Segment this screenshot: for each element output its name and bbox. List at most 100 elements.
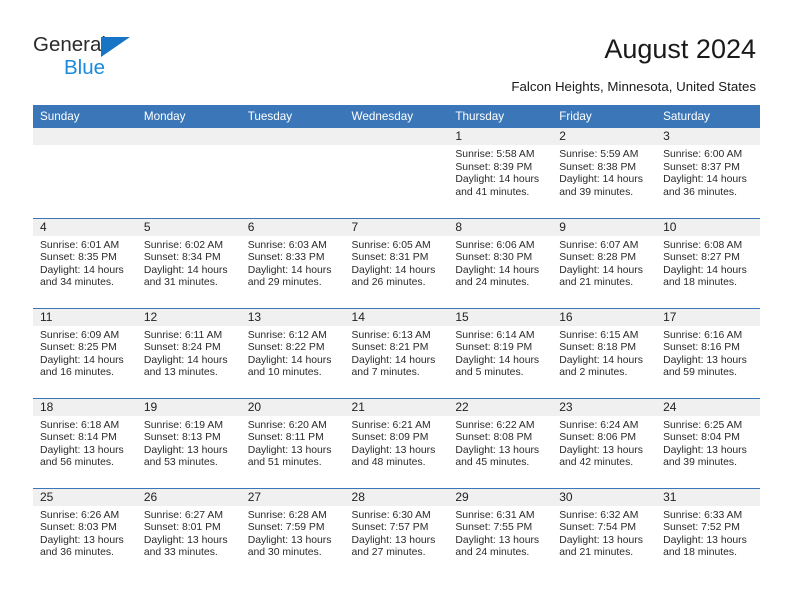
day-number: 11 <box>33 308 137 326</box>
calendar-day-cell[interactable]: 13 Sunrise: 6:12 AM Sunset: 8:22 PM Dayligh… <box>240 307 345 398</box>
sunset-text: Sunset: 8:09 PM <box>351 432 429 444</box>
calendar-day-cell[interactable]: 18 Sunrise: 6:18 AM Sunset: 8:14 PM Dayligh… <box>33 397 137 488</box>
sunset-text: Sunset: 8:34 PM <box>143 252 221 264</box>
calendar-day-cell[interactable]: 23 Sunrise: 6:24 AM Sunset: 8:06 PM Dayligh… <box>552 397 657 488</box>
sunrise-text: Sunrise: 6:32 AM <box>559 509 639 521</box>
daylight-text: Daylight: 13 hours and 36 minutes. <box>40 534 124 559</box>
weekday-header-wednesday: Wednesday <box>344 105 449 128</box>
calendar-day-cell-empty <box>240 128 345 218</box>
calendar-day-cell[interactable]: 9 Sunrise: 6:07 AM Sunset: 8:28 PM Daylight… <box>552 217 657 308</box>
sunset-text: Sunset: 7:57 PM <box>351 522 429 534</box>
calendar-day-cell[interactable]: 29 Sunrise: 6:31 AM Sunset: 7:55 PM Dayligh… <box>448 487 553 578</box>
sunset-text: Sunset: 8:21 PM <box>351 342 429 354</box>
calendar-day-cell[interactable]: 7 Sunrise: 6:05 AM Sunset: 8:31 PM Daylight… <box>344 217 449 308</box>
day-number: 29 <box>448 488 553 506</box>
calendar-day-cell[interactable]: 28 Sunrise: 6:30 AM Sunset: 7:57 PM Dayligh… <box>344 487 449 578</box>
sunset-text: Sunset: 8:38 PM <box>559 161 637 173</box>
daylight-text: Daylight: 14 hours and 5 minutes. <box>455 354 540 379</box>
daylight-text: Daylight: 14 hours and 7 minutes. <box>351 354 436 379</box>
day-number <box>136 128 241 145</box>
calendar-day-cell[interactable]: 11 Sunrise: 6:09 AM Sunset: 8:25 PM Dayligh… <box>33 307 137 398</box>
calendar-day-cell[interactable]: 24 Sunrise: 6:25 AM Sunset: 8:04 PM Dayligh… <box>656 397 760 488</box>
daylight-text: Daylight: 14 hours and 26 minutes. <box>351 264 436 289</box>
day-number <box>344 128 449 145</box>
daylight-text: Daylight: 14 hours and 24 minutes. <box>455 264 540 289</box>
calendar-day-cell[interactable]: 30 Sunrise: 6:32 AM Sunset: 7:54 PM Dayligh… <box>552 487 657 578</box>
calendar-day-cell[interactable]: 3 Sunrise: 6:00 AM Sunset: 8:37 PM Daylight… <box>656 128 760 218</box>
sunrise-text: Sunrise: 6:01 AM <box>40 239 120 251</box>
page-subtitle-location: Falcon Heights, Minnesota, United States <box>511 79 756 94</box>
calendar-day-cell[interactable]: 25 Sunrise: 6:26 AM Sunset: 8:03 PM Dayligh… <box>33 487 137 578</box>
day-details: Sunrise: 6:07 AM Sunset: 8:28 PM Daylight:… <box>552 236 656 290</box>
daylight-text: Daylight: 14 hours and 34 minutes. <box>40 264 124 289</box>
day-number: 20 <box>240 398 345 416</box>
sunset-text: Sunset: 8:25 PM <box>40 342 117 354</box>
day-number: 22 <box>448 398 553 416</box>
sunset-text: Sunset: 7:59 PM <box>247 522 325 534</box>
day-details: Sunrise: 6:27 AM Sunset: 8:01 PM Daylight:… <box>137 506 241 560</box>
day-number: 16 <box>552 308 657 326</box>
day-number: 13 <box>240 308 345 326</box>
daylight-text: Daylight: 14 hours and 10 minutes. <box>247 354 332 379</box>
day-details: Sunrise: 6:13 AM Sunset: 8:21 PM Daylight:… <box>345 326 449 380</box>
calendar-day-cell[interactable]: 27 Sunrise: 6:28 AM Sunset: 7:59 PM Dayligh… <box>240 487 345 578</box>
daylight-text: Daylight: 13 hours and 33 minutes. <box>143 534 228 559</box>
day-details: Sunrise: 6:12 AM Sunset: 8:22 PM Daylight:… <box>241 326 345 380</box>
calendar-day-cell[interactable]: 12 Sunrise: 6:11 AM Sunset: 8:24 PM Dayligh… <box>136 307 241 398</box>
day-details: Sunrise: 6:19 AM Sunset: 8:13 PM Daylight:… <box>137 416 241 470</box>
calendar-day-cell[interactable]: 1 Sunrise: 5:58 AM Sunset: 8:39 PM Daylight… <box>448 128 553 218</box>
day-number: 4 <box>33 218 137 236</box>
calendar-day-cell[interactable]: 19 Sunrise: 6:19 AM Sunset: 8:13 PM Dayligh… <box>136 397 241 488</box>
day-number: 25 <box>33 488 137 506</box>
sunrise-text: Sunrise: 6:19 AM <box>143 419 223 431</box>
sunset-text: Sunset: 7:55 PM <box>455 522 533 534</box>
calendar-day-cell[interactable]: 8 Sunrise: 6:06 AM Sunset: 8:30 PM Daylight… <box>448 217 553 308</box>
calendar-day-cell[interactable]: 10 Sunrise: 6:08 AM Sunset: 8:27 PM Dayligh… <box>656 217 760 308</box>
calendar-day-cell-empty <box>136 128 241 218</box>
calendar-day-cell[interactable]: 17 Sunrise: 6:16 AM Sunset: 8:16 PM Dayligh… <box>656 307 760 398</box>
day-details: Sunrise: 5:58 AM Sunset: 8:39 PM Daylight:… <box>448 145 552 199</box>
sunset-text: Sunset: 8:08 PM <box>455 432 533 444</box>
calendar-day-cell[interactable]: 14 Sunrise: 6:13 AM Sunset: 8:21 PM Dayligh… <box>344 307 449 398</box>
weekday-header-tuesday: Tuesday <box>240 105 345 128</box>
daylight-text: Daylight: 14 hours and 39 minutes. <box>559 174 643 198</box>
day-details: Sunrise: 6:24 AM Sunset: 8:06 PM Daylight:… <box>552 416 656 470</box>
sunset-text: Sunset: 8:13 PM <box>143 432 221 444</box>
day-number: 10 <box>656 218 760 236</box>
calendar-day-cell[interactable]: 2 Sunrise: 5:59 AM Sunset: 8:38 PM Daylight… <box>552 128 657 218</box>
sunset-text: Sunset: 7:52 PM <box>663 522 740 534</box>
day-number: 27 <box>240 488 345 506</box>
calendar-day-cell[interactable]: 16 Sunrise: 6:15 AM Sunset: 8:18 PM Dayligh… <box>552 307 657 398</box>
day-number: 26 <box>136 488 241 506</box>
daylight-text: Daylight: 13 hours and 30 minutes. <box>247 534 332 559</box>
day-details: Sunrise: 6:15 AM Sunset: 8:18 PM Daylight:… <box>552 326 656 380</box>
day-details: Sunrise: 6:06 AM Sunset: 8:30 PM Daylight:… <box>448 236 552 290</box>
calendar-day-cell[interactable]: 21 Sunrise: 6:21 AM Sunset: 8:09 PM Dayligh… <box>344 397 449 488</box>
generalblue-logo[interactable]: General Blue <box>33 33 213 85</box>
sunrise-text: Sunrise: 6:30 AM <box>351 509 431 521</box>
daylight-text: Daylight: 13 hours and 45 minutes. <box>455 444 540 469</box>
sunrise-text: Sunrise: 6:22 AM <box>455 419 535 431</box>
daylight-text: Daylight: 13 hours and 59 minutes. <box>663 354 747 379</box>
calendar-day-cell[interactable]: 6 Sunrise: 6:03 AM Sunset: 8:33 PM Daylight… <box>240 217 345 308</box>
daylight-text: Daylight: 14 hours and 31 minutes. <box>143 264 228 289</box>
weekday-header-monday: Monday <box>136 105 241 128</box>
day-details: Sunrise: 6:32 AM Sunset: 7:54 PM Daylight:… <box>552 506 656 560</box>
day-details: Sunrise: 5:59 AM Sunset: 8:38 PM Daylight:… <box>552 145 656 199</box>
calendar-day-cell[interactable]: 22 Sunrise: 6:22 AM Sunset: 8:08 PM Dayligh… <box>448 397 553 488</box>
calendar-day-cell[interactable]: 20 Sunrise: 6:20 AM Sunset: 8:11 PM Dayligh… <box>240 397 345 488</box>
day-number: 21 <box>344 398 449 416</box>
calendar-day-cell[interactable]: 4 Sunrise: 6:01 AM Sunset: 8:35 PM Daylight… <box>33 217 137 308</box>
sunset-text: Sunset: 8:27 PM <box>663 252 740 264</box>
sunset-text: Sunset: 8:14 PM <box>40 432 117 444</box>
calendar-day-cell[interactable]: 5 Sunrise: 6:02 AM Sunset: 8:34 PM Daylight… <box>136 217 241 308</box>
daylight-text: Daylight: 13 hours and 48 minutes. <box>351 444 436 469</box>
daylight-text: Daylight: 14 hours and 36 minutes. <box>663 174 747 198</box>
calendar-day-cell[interactable]: 26 Sunrise: 6:27 AM Sunset: 8:01 PM Dayligh… <box>136 487 241 578</box>
calendar-day-cell[interactable]: 31 Sunrise: 6:33 AM Sunset: 7:52 PM Dayligh… <box>656 487 760 578</box>
sunrise-text: Sunrise: 6:08 AM <box>663 239 743 251</box>
sunrise-text: Sunrise: 6:03 AM <box>247 239 327 251</box>
weekday-header-saturday: Saturday <box>656 105 760 128</box>
day-number: 14 <box>344 308 449 326</box>
calendar-day-cell[interactable]: 15 Sunrise: 6:14 AM Sunset: 8:19 PM Dayligh… <box>448 307 553 398</box>
